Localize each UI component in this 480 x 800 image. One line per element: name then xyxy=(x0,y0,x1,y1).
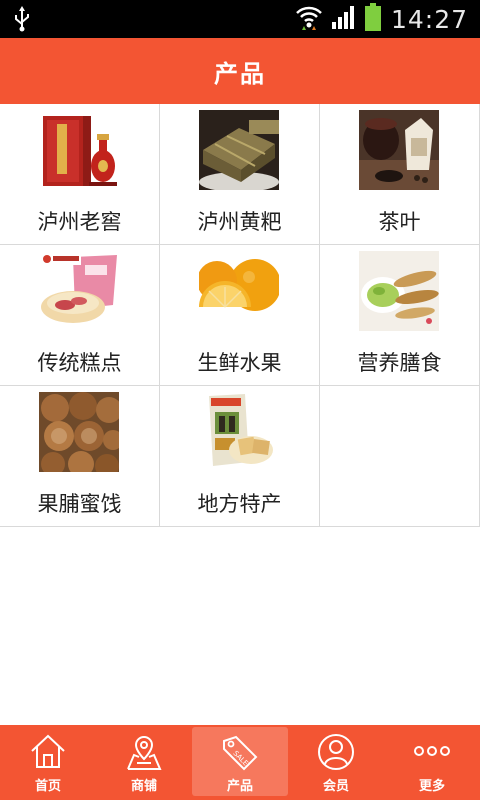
oranges-image xyxy=(199,251,279,331)
nav-home-label: 首页 xyxy=(34,779,61,794)
product-item-fresh-fruit[interactable]: 生鲜水果 xyxy=(160,245,320,386)
title-bar: 产品 xyxy=(0,38,480,104)
clock: 14:27 xyxy=(390,4,468,34)
product-label: 茶叶 xyxy=(378,210,421,234)
usb-icon xyxy=(14,6,30,36)
product-label: 传统糕点 xyxy=(37,351,122,375)
product-item-local-specialty[interactable]: 地方特产 xyxy=(160,386,320,527)
bottom-nav: 首页 商铺 SALE 产品 会员 更多 xyxy=(0,725,480,800)
more-icon xyxy=(412,733,452,775)
nav-more-label: 更多 xyxy=(418,779,445,794)
product-item-luzhou-huangba[interactable]: 泸州黄粑 xyxy=(160,104,320,245)
nav-products-label: 产品 xyxy=(226,779,253,794)
map-shop-icon xyxy=(125,733,163,775)
liquor-gift-box-image xyxy=(39,110,119,190)
product-label: 泸州黄粑 xyxy=(197,210,282,234)
empty-cell xyxy=(320,386,480,527)
battery-icon xyxy=(364,3,381,35)
nav-products[interactable]: SALE 产品 xyxy=(192,725,288,800)
product-label: 泸州老窖 xyxy=(37,210,122,234)
fish-dish-image xyxy=(359,251,439,331)
nav-member[interactable]: 会员 xyxy=(288,725,384,800)
snack-package-image xyxy=(199,392,279,472)
product-grid: 泸州老窖 泸州黄粑 茶叶 传统糕点 生鲜水果 营养膳食 果脯蜜饯 地方特产 xyxy=(0,104,480,527)
status-bar: 14:27 xyxy=(0,0,480,38)
product-label: 生鲜水果 xyxy=(197,351,282,375)
product-label: 营养膳食 xyxy=(357,351,442,375)
product-label: 地方特产 xyxy=(197,492,282,516)
product-item-tea[interactable]: 茶叶 xyxy=(320,104,480,245)
tag-icon: SALE xyxy=(220,733,260,775)
product-item-luzhou-laojiao[interactable]: 泸州老窖 xyxy=(0,104,160,245)
user-icon xyxy=(317,733,355,775)
signal-icon xyxy=(331,5,357,33)
product-label: 果脯蜜饯 xyxy=(37,492,122,516)
page-title: 产品 xyxy=(214,59,266,88)
candied-fruit-image xyxy=(39,392,119,472)
leaf-wrapped-cakes-image xyxy=(199,110,279,190)
product-item-nutrition[interactable]: 营养膳食 xyxy=(320,245,480,386)
product-item-pastry[interactable]: 传统糕点 xyxy=(0,245,160,386)
home-icon xyxy=(30,733,66,775)
nav-shops[interactable]: 商铺 xyxy=(96,725,192,800)
nav-member-label: 会员 xyxy=(322,779,349,794)
wifi-icon xyxy=(295,4,323,34)
pastry-package-image xyxy=(39,251,119,331)
nav-shops-label: 商铺 xyxy=(130,779,157,794)
tea-set-image xyxy=(359,110,439,190)
nav-more[interactable]: 更多 xyxy=(384,725,480,800)
nav-home[interactable]: 首页 xyxy=(0,725,96,800)
product-item-candied-fruit[interactable]: 果脯蜜饯 xyxy=(0,386,160,527)
